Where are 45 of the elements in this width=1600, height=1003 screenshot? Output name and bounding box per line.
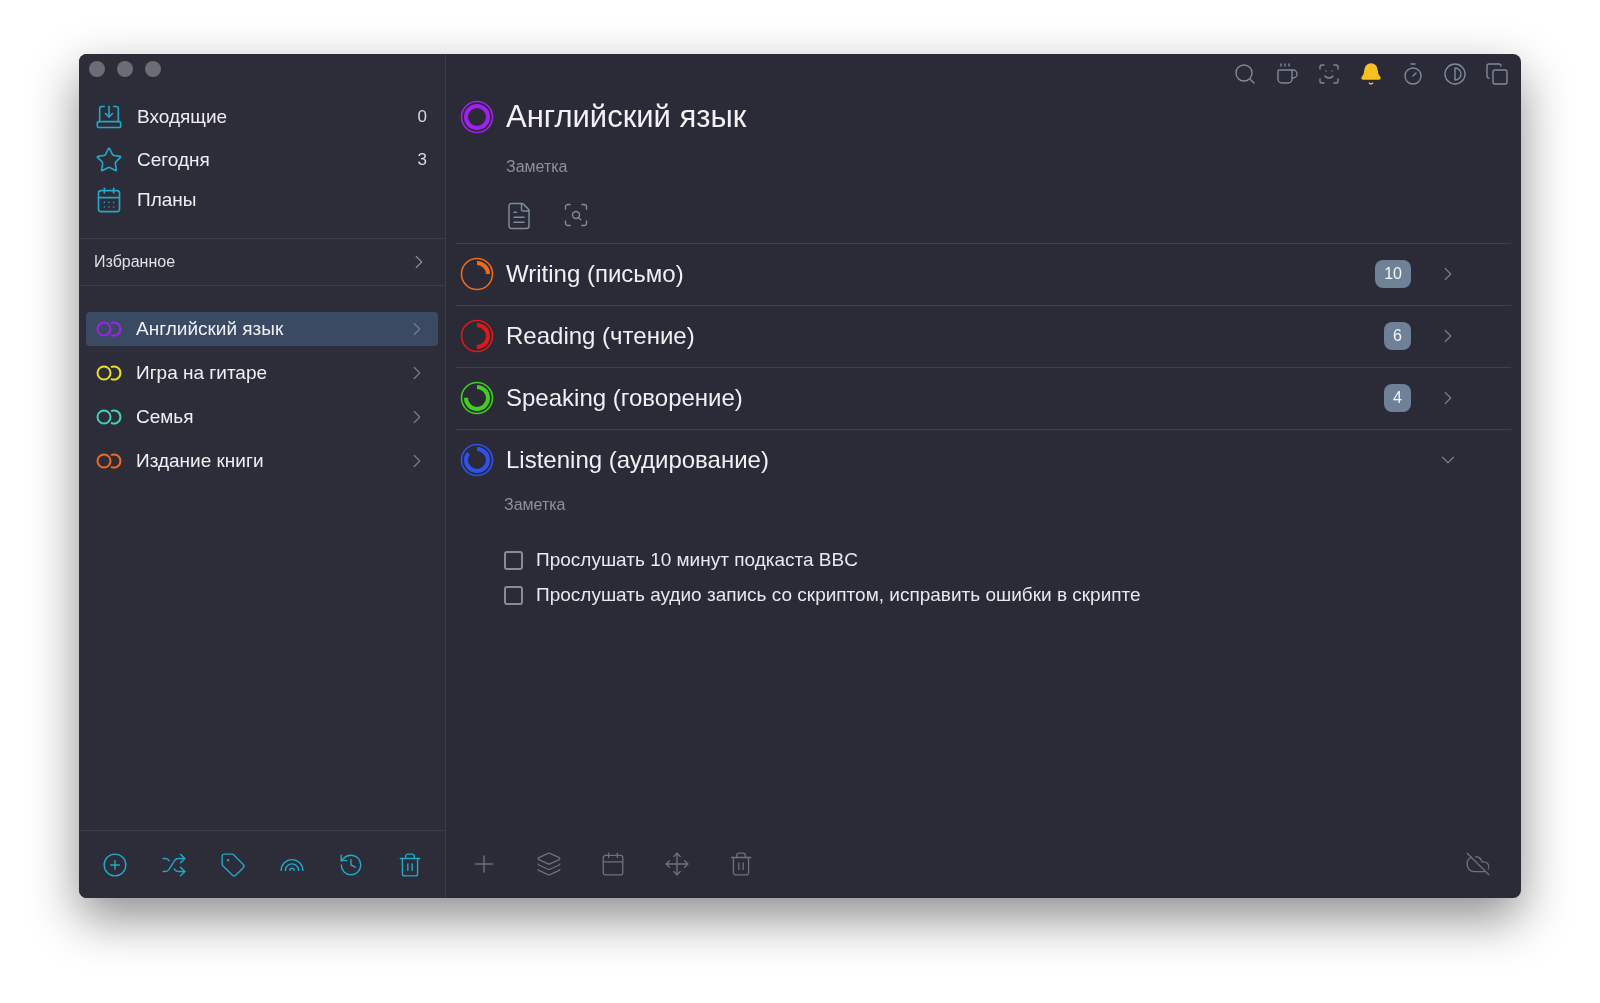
sidebar-item[interactable]: Сегодня 3 [79, 140, 445, 180]
task-checkbox[interactable] [504, 585, 523, 605]
project-row[interactable]: Speaking (говорение) 4 [456, 367, 1511, 429]
close-window-button[interactable] [89, 61, 105, 77]
count-badge: 10 [1375, 260, 1411, 288]
cloud-off-icon[interactable] [1465, 851, 1491, 877]
calendar-icon [95, 186, 123, 214]
favorites-row[interactable]: Избранное [79, 238, 445, 286]
project-row[interactable]: Listening (аудирование) [456, 429, 1511, 491]
stopwatch-icon[interactable] [1401, 62, 1425, 86]
area-item[interactable]: Издание книги [86, 444, 438, 478]
project-row[interactable]: Writing (письмо) 10 [456, 243, 1511, 305]
count-badge: 6 [1384, 322, 1411, 350]
add-circle-icon[interactable] [101, 851, 128, 878]
note-text: Заметка [506, 156, 569, 177]
star-icon [95, 146, 123, 174]
area-item[interactable]: Игра на гитаре [86, 356, 438, 390]
area-item[interactable]: Английский язык [86, 312, 438, 346]
item-count: 0 [417, 106, 428, 129]
calendar-icon[interactable] [600, 851, 626, 877]
item-count: 3 [417, 149, 428, 172]
layers-icon[interactable] [536, 851, 562, 877]
inbox-tray-icon [95, 103, 123, 131]
count-badge: 4 [1384, 384, 1411, 412]
trash-icon[interactable] [728, 851, 754, 877]
coffee-cup-icon[interactable] [1275, 62, 1299, 86]
minimize-window-button[interactable] [117, 61, 133, 77]
sidebar-item[interactable]: Входящие 0 [79, 94, 445, 140]
note-text: Заметка [504, 494, 567, 515]
copy-icon[interactable] [1485, 62, 1509, 86]
move-icon[interactable] [664, 851, 690, 877]
area-title: Английский язык [506, 98, 747, 136]
task-label: Прослушать 10 минут подкаста BBC [536, 547, 858, 572]
task-checkbox[interactable] [504, 550, 523, 570]
zoom-window-button[interactable] [145, 61, 161, 77]
tag-icon[interactable] [219, 851, 246, 878]
bell-icon[interactable] [1359, 62, 1383, 86]
focus-frame-icon[interactable] [1317, 62, 1341, 86]
shuffle-icon[interactable] [160, 851, 187, 878]
task-label: Прослушать аудио запись со скриптом, исправить ошибки в скрипте [536, 582, 1141, 607]
search-icon[interactable] [1233, 62, 1257, 86]
sidebar-item[interactable]: Планы [79, 180, 445, 220]
project-row[interactable]: Reading (чтение) 6 [456, 305, 1511, 367]
contrast-icon[interactable] [1443, 62, 1467, 86]
area-item[interactable]: Семья [86, 400, 438, 434]
